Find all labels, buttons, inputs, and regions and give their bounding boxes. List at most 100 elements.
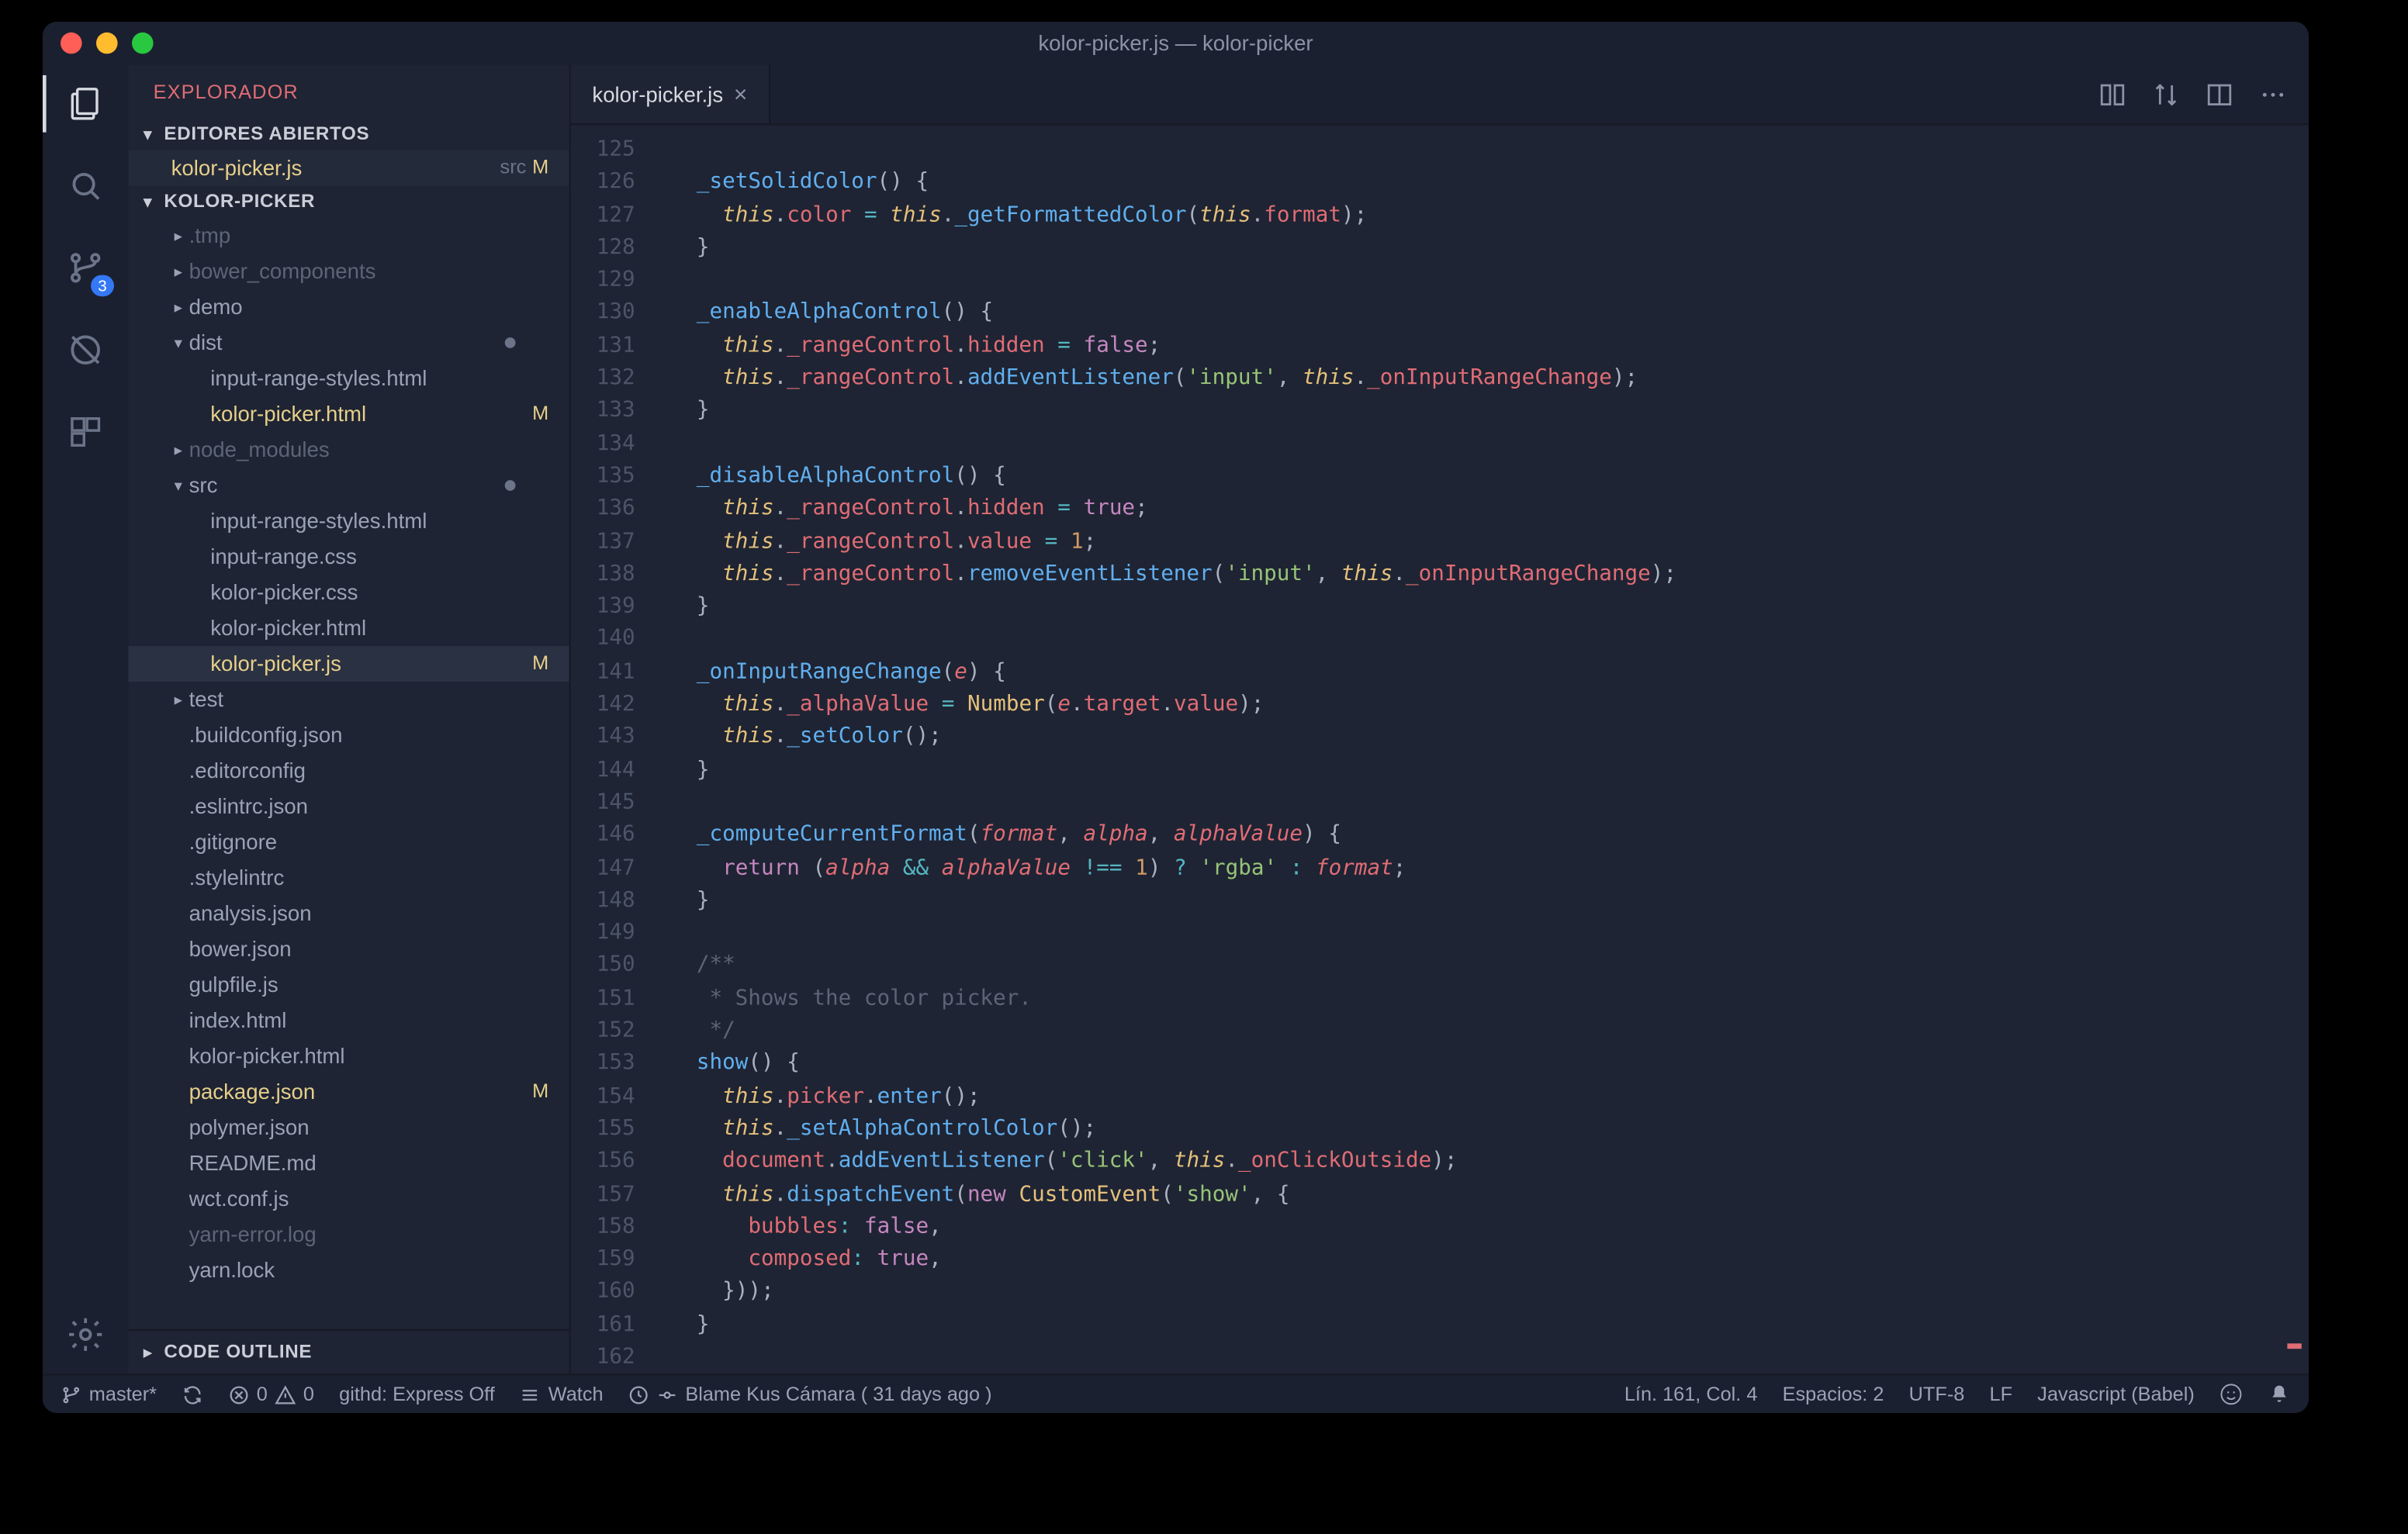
line-number: 138 <box>571 557 635 589</box>
minimize-window-button[interactable] <box>96 33 118 54</box>
file-item[interactable]: kolor-picker.htmlM <box>128 396 569 432</box>
line-number: 150 <box>571 948 635 981</box>
folder-item[interactable]: ▾dist <box>128 325 569 361</box>
chevron-right-icon: ▸ <box>139 1342 157 1362</box>
more-icon[interactable] <box>2259 80 2288 109</box>
status-eol[interactable]: LF <box>1990 1384 2013 1405</box>
file-item[interactable]: input-range-styles.html <box>128 503 569 539</box>
file-item[interactable]: input-range-styles.html <box>128 361 569 396</box>
line-number: 140 <box>571 622 635 655</box>
status-encoding[interactable]: UTF-8 <box>1909 1384 1965 1405</box>
extensions-activity[interactable] <box>61 407 110 457</box>
code-line: _onInputRangeChange(e) { <box>671 655 2281 687</box>
folder-item[interactable]: ▸.tmp <box>128 218 569 254</box>
status-indent[interactable]: Espacios: 2 <box>1783 1384 1884 1405</box>
file-item[interactable]: .editorconfig <box>128 753 569 789</box>
tree-label: dist <box>189 330 505 355</box>
file-item[interactable]: gulpfile.js <box>128 967 569 1003</box>
file-item[interactable]: analysis.json <box>128 896 569 931</box>
settings-activity[interactable] <box>61 1310 110 1360</box>
split-editor-icon[interactable] <box>2206 80 2234 109</box>
code-line: return (alpha && alphaValue !== 1) ? 'rg… <box>671 850 2281 883</box>
file-item[interactable]: package.jsonM <box>128 1074 569 1110</box>
open-editor-item[interactable]: kolor-picker.jssrcM <box>128 150 569 186</box>
status-githd[interactable]: githd: Express Off <box>339 1384 495 1405</box>
file-item[interactable]: input-range.css <box>128 539 569 575</box>
status-language[interactable]: Javascript (Babel) <box>2037 1384 2195 1405</box>
tree-label: bower_components <box>189 259 527 284</box>
git-status: M <box>526 157 555 179</box>
status-sync[interactable] <box>182 1384 203 1405</box>
warning-icon <box>275 1384 296 1405</box>
code-line: } <box>671 1308 2281 1340</box>
line-number: 159 <box>571 1242 635 1274</box>
folder-item[interactable]: ▸bower_components <box>128 254 569 289</box>
chevron-down-icon: ▾ <box>168 333 189 352</box>
tree-label: node_modules <box>189 437 527 462</box>
file-item[interactable]: kolor-picker.jsM <box>128 646 569 682</box>
list-icon <box>520 1384 541 1405</box>
status-branch[interactable]: master* <box>61 1384 157 1405</box>
line-number: 158 <box>571 1209 635 1242</box>
file-item[interactable]: .stylelintrc <box>128 860 569 896</box>
line-number: 127 <box>571 198 635 230</box>
open-editors-header[interactable]: ▾ EDITORES ABIERTOS <box>128 118 569 150</box>
code-content[interactable]: _setSolidColor() { this.color = this._ge… <box>653 125 2281 1373</box>
project-header[interactable]: ▾ KOLOR-PICKER <box>128 186 569 218</box>
file-item[interactable]: .buildconfig.json <box>128 717 569 753</box>
close-window-button[interactable] <box>61 33 82 54</box>
git-status: M <box>526 653 555 675</box>
tab-bar: kolor-picker.js × <box>571 64 2309 125</box>
file-item[interactable]: yarn-error.log <box>128 1217 569 1252</box>
dirty-dot-icon <box>505 337 516 348</box>
explorer-activity[interactable] <box>61 79 110 129</box>
code-line: } <box>671 883 2281 916</box>
file-item[interactable]: yarn.lock <box>128 1252 569 1288</box>
debug-activity[interactable] <box>61 325 110 375</box>
tab-kolor-picker-js[interactable]: kolor-picker.js × <box>571 64 770 123</box>
diff-icon[interactable] <box>2098 80 2127 109</box>
file-item[interactable]: polymer.json <box>128 1110 569 1145</box>
status-watch[interactable]: Watch <box>520 1384 604 1405</box>
file-item[interactable]: kolor-picker.html <box>128 610 569 646</box>
status-blame[interactable]: Blame Kus Cámara ( 31 days ago ) <box>628 1384 992 1405</box>
file-item[interactable]: .eslintrc.json <box>128 789 569 824</box>
folder-item[interactable]: ▸node_modules <box>128 432 569 468</box>
folder-item[interactable]: ▾src <box>128 468 569 503</box>
file-item[interactable]: README.md <box>128 1145 569 1181</box>
code-line: this._alphaValue = Number(e.target.value… <box>671 687 2281 720</box>
file-item[interactable]: kolor-picker.html <box>128 1038 569 1074</box>
close-icon[interactable]: × <box>734 81 747 107</box>
file-item[interactable]: index.html <box>128 1003 569 1038</box>
line-number: 146 <box>571 817 635 850</box>
file-item[interactable]: kolor-picker.css <box>128 575 569 610</box>
tree-label: src <box>189 473 505 498</box>
code-editor[interactable]: 1251261271281291301311321331341351361371… <box>571 125 2309 1373</box>
compare-icon[interactable] <box>2152 80 2181 109</box>
file-item[interactable]: .gitignore <box>128 824 569 860</box>
status-feedback[interactable] <box>2219 1383 2243 1406</box>
chevron-down-icon: ▾ <box>139 124 157 143</box>
tree-label: demo <box>189 295 527 320</box>
search-activity[interactable] <box>61 161 110 210</box>
code-outline-header[interactable]: ▸ CODE OUTLINE <box>128 1329 569 1374</box>
status-cursor[interactable]: Lín. 161, Col. 4 <box>1624 1384 1758 1405</box>
code-line <box>671 426 2281 458</box>
file-item[interactable]: bower.json <box>128 931 569 967</box>
scm-activity[interactable]: 3 <box>61 243 110 292</box>
code-line <box>671 263 2281 295</box>
status-problems[interactable]: 0 0 <box>228 1384 314 1405</box>
code-line: _disableAlphaControl() { <box>671 458 2281 491</box>
minimap[interactable] <box>2280 125 2309 1373</box>
folder-item[interactable]: ▸test <box>128 682 569 717</box>
file-item[interactable]: wct.conf.js <box>128 1181 569 1217</box>
line-number: 133 <box>571 393 635 426</box>
zoom-window-button[interactable] <box>132 33 154 54</box>
code-line: this._rangeControl.hidden = true; <box>671 492 2281 524</box>
code-line: this._rangeControl.hidden = false; <box>671 328 2281 361</box>
folder-item[interactable]: ▸demo <box>128 289 569 325</box>
explorer-sidebar: EXPLORADOR ▾ EDITORES ABIERTOS kolor-pic… <box>128 64 570 1373</box>
line-number: 149 <box>571 916 635 948</box>
status-notifications[interactable] <box>2268 1383 2291 1406</box>
chevron-right-icon: ▸ <box>168 261 189 281</box>
